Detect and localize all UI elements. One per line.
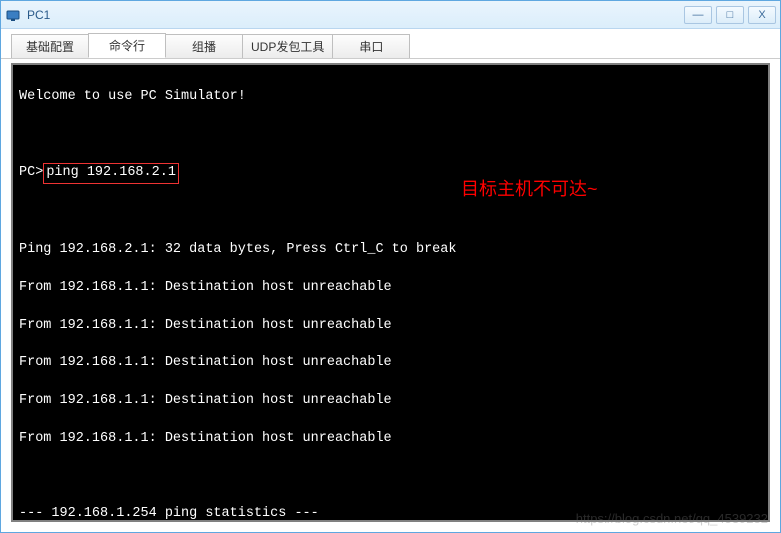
tab-basic-config[interactable]: 基础配置 — [11, 34, 89, 58]
terminal-line: From 192.168.1.1: Destination host unrea… — [19, 279, 762, 298]
app-window: PC1 — □ X 基础配置 命令行 组播 UDP发包工具 串口 Welcome… — [0, 0, 781, 533]
terminal-line: From 192.168.1.1: Destination host unrea… — [19, 392, 762, 411]
window-title: PC1 — [27, 8, 684, 22]
terminal-line: From 192.168.1.1: Destination host unrea… — [19, 354, 762, 373]
terminal-output[interactable]: Welcome to use PC Simulator! PC>ping 192… — [11, 63, 770, 522]
terminal-line — [19, 203, 762, 222]
terminal-line — [19, 468, 762, 487]
terminal-prompt-line: PC>ping 192.168.2.1 — [19, 163, 762, 184]
command-text: ping 192.168.2.1 — [46, 165, 176, 180]
tab-udp-tool[interactable]: UDP发包工具 — [242, 34, 333, 58]
minimize-icon: — — [693, 9, 704, 21]
tab-bar: 基础配置 命令行 组播 UDP发包工具 串口 — [1, 29, 780, 59]
maximize-button[interactable]: □ — [716, 6, 744, 24]
close-icon: X — [758, 9, 765, 21]
close-button[interactable]: X — [748, 6, 776, 24]
terminal-line: From 192.168.1.1: Destination host unrea… — [19, 317, 762, 336]
terminal-line: Welcome to use PC Simulator! — [19, 88, 762, 107]
terminal-line: --- 192.168.1.254 ping statistics --- — [19, 505, 762, 522]
tab-serial[interactable]: 串口 — [332, 34, 410, 58]
prompt: PC> — [19, 165, 43, 180]
tab-multicast[interactable]: 组播 — [165, 34, 243, 58]
app-icon — [5, 7, 21, 23]
annotation-text: 目标主机不可达~ — [461, 177, 598, 202]
terminal-line: Ping 192.168.2.1: 32 data bytes, Press C… — [19, 241, 762, 260]
tab-command-line[interactable]: 命令行 — [88, 33, 166, 58]
titlebar: PC1 — □ X — [1, 1, 780, 29]
window-controls: — □ X — [684, 6, 776, 24]
command-highlight-box: ping 192.168.2.1 — [43, 163, 179, 184]
maximize-icon: □ — [727, 9, 734, 21]
terminal-line: From 192.168.1.1: Destination host unrea… — [19, 430, 762, 449]
minimize-button[interactable]: — — [684, 6, 712, 24]
terminal-line — [19, 126, 762, 145]
